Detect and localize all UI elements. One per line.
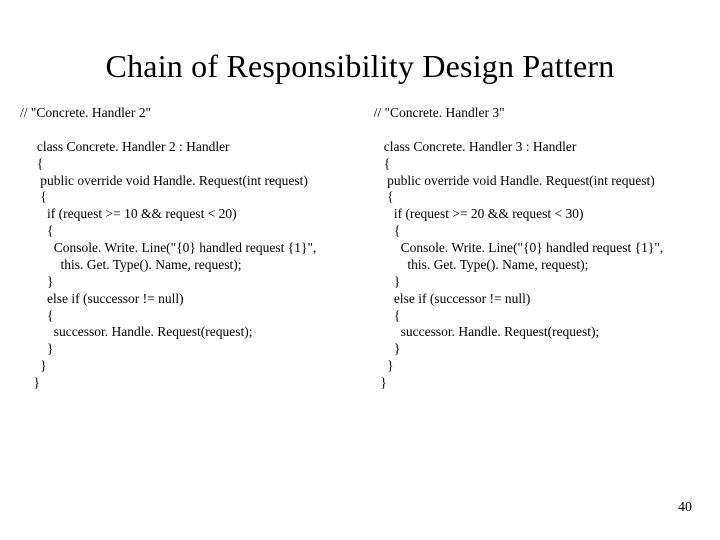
page-number: 40 xyxy=(678,500,692,516)
left-column: // "Concrete. Handler 2" class Concrete.… xyxy=(20,105,346,392)
content-columns: // "Concrete. Handler 2" class Concrete.… xyxy=(0,105,720,392)
right-code: class Concrete. Handler 3 : Handler { pu… xyxy=(374,139,664,390)
left-code: class Concrete. Handler 2 : Handler { pu… xyxy=(20,139,316,390)
right-comment: // "Concrete. Handler 3" xyxy=(374,105,505,120)
right-column: // "Concrete. Handler 3" class Concrete.… xyxy=(374,105,700,392)
slide: Chain of Responsibility Design Pattern /… xyxy=(0,0,720,540)
left-comment: // "Concrete. Handler 2" xyxy=(20,105,151,120)
slide-title: Chain of Responsibility Design Pattern xyxy=(0,0,720,105)
